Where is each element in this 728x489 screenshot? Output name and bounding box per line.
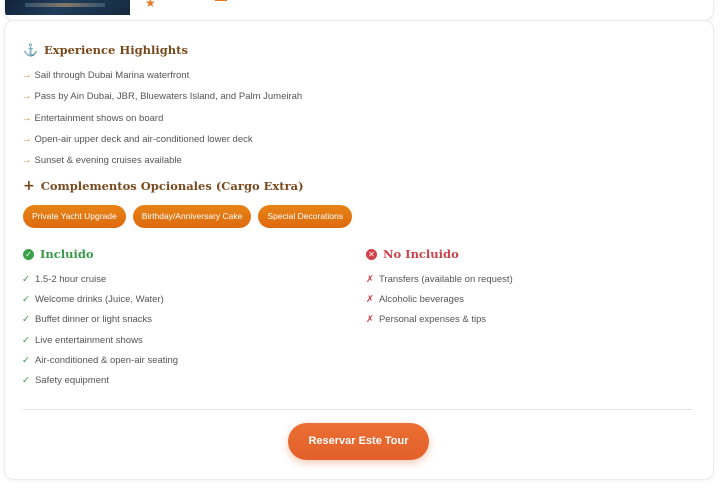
list-item-text: Sail through Dubai Marina waterfront bbox=[34, 70, 190, 81]
list-item-text: Live entertainment shows bbox=[34, 334, 143, 346]
list-item: ✓ 1.5-2 hour cruise bbox=[22, 274, 178, 294]
addons-heading: + Complementos Opcionales (Cargo Extra) bbox=[23, 178, 304, 194]
included-list: ✓ 1.5-2 hour cruise ✓ Welcome drinks (Juic… bbox=[22, 274, 178, 395]
cross-icon: ✗ bbox=[366, 294, 374, 306]
check-icon: ✓ bbox=[22, 354, 30, 366]
list-item: → Pass by Ain Dubai, JBR, Bluewaters Isla… bbox=[22, 91, 302, 112]
highlights-title: Experience Highlights bbox=[43, 43, 188, 57]
check-icon: ✓ bbox=[22, 294, 30, 306]
highlights-heading: ⚓ Experience Highlights bbox=[23, 43, 188, 57]
tour-thumbnail-image[interactable] bbox=[5, 0, 130, 15]
list-item-text: Open-air upper deck and air-conditioned … bbox=[34, 133, 253, 145]
list-item-text: Personal expenses & tips bbox=[378, 314, 487, 326]
included-title: Incluido bbox=[40, 247, 94, 261]
arrow-right-icon: → bbox=[22, 133, 32, 145]
addon-chip-decorations[interactable]: Special Decorations bbox=[258, 205, 352, 228]
plus-icon: + bbox=[23, 178, 35, 194]
arrow-right-icon: → bbox=[22, 112, 32, 124]
list-item: ✓ Safety equipment bbox=[22, 375, 178, 395]
arrow-right-icon: → bbox=[22, 91, 32, 103]
check-icon: ✓ bbox=[22, 374, 30, 386]
list-item-text: Air-conditioned & open-air seating bbox=[34, 354, 179, 366]
addon-chips: Private Yacht Upgrade Birthday/Anniversa… bbox=[23, 205, 352, 228]
list-item-text: Entertainment shows on board bbox=[34, 112, 164, 124]
list-item-text: Alcoholic beverages bbox=[378, 294, 464, 306]
excluded-list: ✗ Transfers (available on request) ✗ Alcoh… bbox=[366, 274, 513, 335]
x-circle-icon: ✕ bbox=[366, 249, 377, 260]
underline-decoration bbox=[215, 0, 227, 1]
check-icon: ✓ bbox=[22, 314, 30, 326]
check-circle-icon: ✓ bbox=[23, 249, 34, 260]
arrow-right-icon: → bbox=[22, 70, 32, 81]
list-item: ✓ Air-conditioned & open-air seating bbox=[22, 355, 178, 375]
included-heading: ✓ Incluido bbox=[23, 247, 94, 261]
list-item: → Sunset & evening cruises available bbox=[22, 155, 302, 176]
addons-title: Complementos Opcionales (Cargo Extra) bbox=[40, 179, 304, 193]
list-item-text: Pass by Ain Dubai, JBR, Bluewaters Islan… bbox=[34, 91, 303, 103]
highlights-list: → Sail through Dubai Marina waterfront → P… bbox=[22, 70, 302, 176]
cross-icon: ✗ bbox=[366, 274, 374, 285]
check-icon: ✓ bbox=[22, 274, 30, 285]
list-item-text: Buffet dinner or light snacks bbox=[34, 314, 153, 326]
list-item: → Open-air upper deck and air-conditioned… bbox=[22, 134, 302, 155]
list-item-text: Sunset & evening cruises available bbox=[34, 155, 182, 167]
excluded-title: No Incluido bbox=[383, 247, 459, 261]
tour-details-card: ⚓ Experience Highlights → Sail through Dub… bbox=[4, 20, 714, 480]
check-icon: ✓ bbox=[22, 334, 30, 346]
list-item: ✓ Welcome drinks (Juice, Water) bbox=[22, 294, 178, 314]
list-item-text: Safety equipment bbox=[34, 374, 109, 386]
addon-chip-cake[interactable]: Birthday/Anniversary Cake bbox=[132, 205, 252, 228]
list-item: ✗ Personal expenses & tips bbox=[366, 314, 513, 334]
list-item: ✗ Transfers (available on request) bbox=[366, 274, 513, 294]
tour-header-card: ★ bbox=[4, 0, 714, 21]
list-item: ✗ Alcoholic beverages bbox=[366, 294, 513, 314]
addon-chip-yacht-upgrade[interactable]: Private Yacht Upgrade bbox=[23, 205, 126, 228]
book-tour-button[interactable]: Reservar Este Tour bbox=[288, 423, 429, 460]
section-divider bbox=[23, 409, 693, 410]
anchor-icon: ⚓ bbox=[23, 43, 38, 57]
list-item: ✓ Live entertainment shows bbox=[22, 335, 178, 355]
list-item: ✓ Buffet dinner or light snacks bbox=[22, 314, 178, 334]
star-icon: ★ bbox=[145, 0, 156, 10]
list-item: → Entertainment shows on board bbox=[22, 113, 302, 134]
list-item-text: 1.5-2 hour cruise bbox=[34, 274, 107, 285]
excluded-heading: ✕ No Incluido bbox=[366, 247, 459, 261]
arrow-right-icon: → bbox=[22, 155, 32, 167]
list-item-text: Welcome drinks (Juice, Water) bbox=[34, 294, 164, 306]
cross-icon: ✗ bbox=[366, 314, 374, 326]
list-item: → Sail through Dubai Marina waterfront bbox=[22, 70, 302, 91]
list-item-text: Transfers (available on request) bbox=[378, 274, 513, 285]
